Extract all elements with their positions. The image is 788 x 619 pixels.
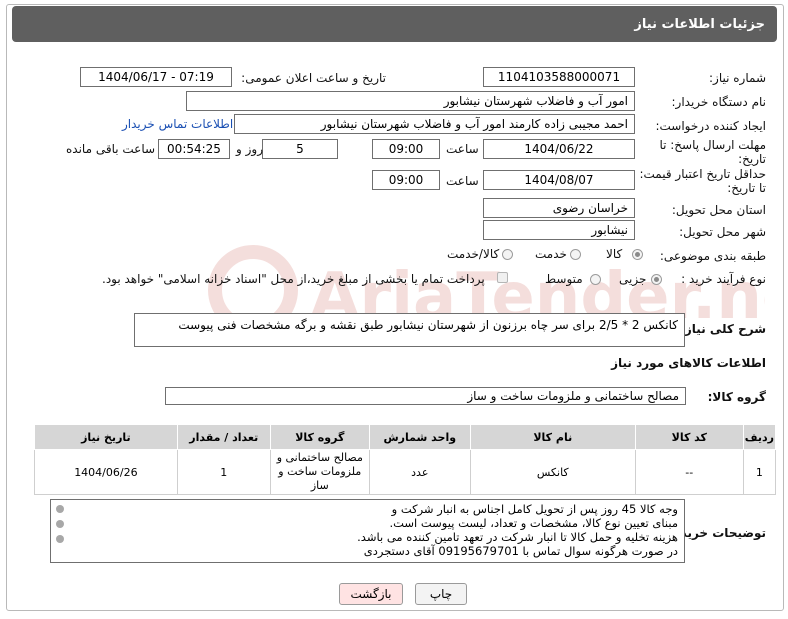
- cell-quantity: 1: [176, 449, 271, 495]
- validity-label-line1: حداقل تاریخ اعتبار قیمت:: [639, 167, 766, 181]
- description-text: کانکس 2 * 2/5 برای سر چاه برزنون از شهرس…: [178, 318, 678, 332]
- cell-row-number: 1: [742, 449, 777, 495]
- validity-label-line2: تا تاریخ:: [727, 181, 766, 195]
- category-radio-goods[interactable]: [632, 249, 643, 260]
- goods-group-label: گروه کالا:: [707, 390, 766, 404]
- purchase-option-minor: جزیی: [619, 272, 647, 286]
- province-field: خراسان رضوی: [483, 198, 635, 218]
- days-label: روز و: [236, 142, 263, 156]
- cell-code: --: [634, 449, 744, 495]
- category-radio-service[interactable]: [570, 249, 581, 260]
- creator-field: احمد مجیبی زاده کارمند امور آب و فاضلاب …: [234, 114, 635, 134]
- table-row: 1 -- کانکس عدد مصالح ساختمانی و ملزومات …: [34, 449, 777, 495]
- category-option-service: خدمت: [535, 247, 567, 261]
- category-radio-both[interactable]: [502, 249, 513, 260]
- col-header-row: ردیف: [742, 424, 777, 450]
- need-number-field: 1104103588000071: [483, 67, 635, 87]
- treasury-payment-checkbox[interactable]: [497, 272, 508, 283]
- treasury-payment-note: پرداخت تمام یا بخشی از مبلغ خرید،از محل …: [102, 272, 485, 286]
- buyer-note-line-1: وجه کالا 45 روز پس از تحویل کامل اجناس ب…: [391, 502, 678, 516]
- notes-scrollbar[interactable]: [54, 503, 66, 559]
- print-button[interactable]: چاپ: [415, 583, 467, 605]
- announce-date-label: تاریخ و ساعت اعلان عمومی:: [241, 71, 386, 85]
- goods-group-field: مصالح ساختمانی و ملزومات ساخت و ساز: [165, 387, 686, 405]
- description-field: کانکس 2 * 2/5 برای سر چاه برزنون از شهرس…: [134, 313, 685, 347]
- scroll-thumb-icon[interactable]: [56, 520, 64, 528]
- buyer-note-line-4: در صورت هرگونه سوال تماس با 09195679701 …: [363, 544, 678, 558]
- deadline-time-field: 09:00: [372, 139, 440, 159]
- items-table-header: ردیف کد کالا نام کالا واحد شمارش گروه کا…: [34, 424, 777, 450]
- cell-date: 1404/06/26: [34, 449, 178, 495]
- province-label: استان محل تحویل:: [671, 203, 766, 217]
- purchase-option-medium: متوسط: [545, 272, 583, 286]
- validity-time-label: ساعت: [446, 174, 479, 188]
- description-label: شرح کلی نیاز:: [680, 322, 766, 336]
- buyer-note-line-3: هزینه تخلیه و حمل کالا تا انبار شرکت در …: [357, 530, 678, 544]
- creator-label: ایجاد کننده درخواست:: [655, 119, 766, 133]
- col-header-unit: واحد شمارش: [368, 424, 471, 450]
- category-option-both: کالا/خدمت: [447, 247, 500, 261]
- cell-group: مصالح ساختمانی و ملزومات ساخت و ساز: [269, 449, 370, 495]
- category-label: طبقه بندی موضوعی:: [659, 249, 766, 263]
- purchase-type-label: نوع فرآیند خرید :: [681, 272, 766, 286]
- buyer-contact-link[interactable]: اطلاعات تماس خریدار: [122, 117, 233, 131]
- cell-unit: عدد: [368, 449, 471, 495]
- need-number-label: شماره نیاز:: [709, 71, 766, 85]
- validity-date-field: 1404/08/07: [483, 170, 635, 190]
- deadline-time-label: ساعت: [446, 142, 479, 156]
- col-header-date: تاریخ نیاز: [34, 424, 178, 450]
- items-table: ردیف کد کالا نام کالا واحد شمارش گروه کا…: [34, 424, 777, 495]
- remaining-time-label: ساعت باقی مانده: [66, 142, 156, 156]
- remaining-time-field: 00:54:25: [158, 139, 230, 159]
- page-title: جزئیات اطلاعات نیاز: [634, 16, 765, 32]
- deadline-label-line2: تاریخ:: [738, 152, 766, 166]
- announce-date-field: 1404/06/17 - 07:19: [80, 67, 232, 87]
- city-label: شهر محل تحویل:: [679, 225, 766, 239]
- buyer-org-label: نام دستگاه خریدار:: [671, 95, 767, 109]
- days-remaining-field: 5: [262, 139, 338, 159]
- buyer-org-field: امور آب و فاضلاب شهرستان نیشابور: [186, 91, 635, 111]
- city-field: نیشابور: [483, 220, 635, 240]
- page-header: جزئیات اطلاعات نیاز: [12, 6, 777, 42]
- back-button[interactable]: بازگشت: [339, 583, 403, 605]
- buyer-note-line-2: مبنای تعیین نوع کالا، مشخصات و تعداد، لی…: [389, 516, 678, 530]
- col-header-group: گروه کالا: [269, 424, 370, 450]
- purchase-radio-medium[interactable]: [590, 274, 601, 285]
- col-header-code: کد کالا: [634, 424, 744, 450]
- scroll-up-icon[interactable]: [56, 505, 64, 513]
- deadline-date-field: 1404/06/22: [483, 139, 635, 159]
- scroll-down-icon[interactable]: [56, 535, 64, 543]
- purchase-radio-minor[interactable]: [651, 274, 662, 285]
- buyer-notes-field: وجه کالا 45 روز پس از تحویل کامل اجناس ب…: [50, 499, 685, 563]
- category-option-goods: کالا: [606, 247, 623, 261]
- col-header-name: نام کالا: [469, 424, 636, 450]
- col-header-quantity: تعداد / مقدار: [176, 424, 271, 450]
- goods-info-title: اطلاعات کالاهای مورد نیاز: [611, 356, 766, 370]
- deadline-label-line1: مهلت ارسال پاسخ: تا: [659, 138, 766, 152]
- cell-name: کانکس: [469, 449, 636, 495]
- validity-time-field: 09:00: [372, 170, 440, 190]
